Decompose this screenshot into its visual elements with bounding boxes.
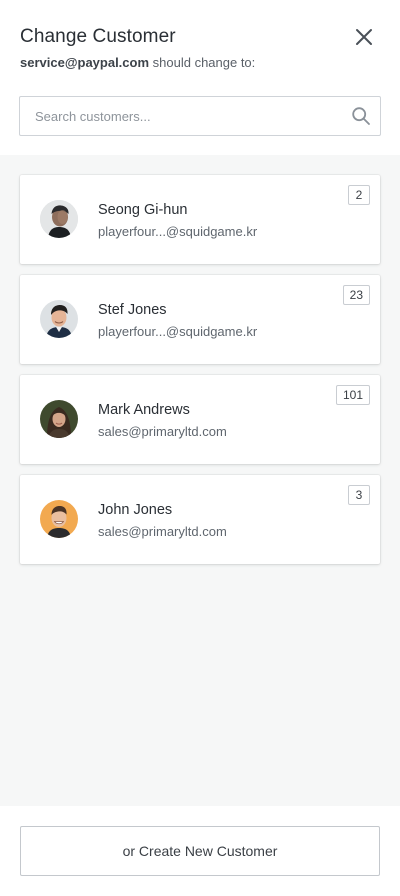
avatar [40,300,78,338]
create-new-customer-button[interactable]: or Create New Customer [20,826,380,876]
change-customer-panel: Change Customer service@paypal.com shoul… [0,0,400,896]
panel-footer: or Create New Customer [0,806,400,896]
customer-name: Stef Jones [98,302,167,318]
customer-list: Seong Gi-hun playerfour...@squidgame.kr … [0,155,400,806]
search-box [19,96,381,136]
avatar [40,500,78,538]
avatar [40,200,78,238]
search-input[interactable] [20,97,340,135]
customer-email: sales@primaryltd.com [98,424,227,439]
customer-email: playerfour...@squidgame.kr [98,224,258,239]
search-icon[interactable] [351,106,371,126]
customer-name: Seong Gi-hun [98,202,188,218]
page-title: Change Customer [20,26,176,47]
current-customer-email: service@paypal.com [20,55,150,70]
close-button[interactable] [352,25,376,49]
customer-card[interactable]: John Jones sales@primaryltd.com 3 [20,475,380,564]
customer-card[interactable]: Mark Andrews sales@primaryltd.com 101 [20,375,380,464]
count-badge: 2 [348,185,370,205]
count-badge: 3 [348,485,370,505]
panel-header: Change Customer service@paypal.com shoul… [0,0,400,155]
customer-card[interactable]: Seong Gi-hun playerfour...@squidgame.kr … [20,175,380,264]
customer-name: Mark Andrews [98,402,190,418]
count-badge: 101 [335,385,370,405]
customer-name: John Jones [98,502,173,518]
count-badge: 23 [342,285,370,305]
customer-email: sales@primaryltd.com [98,524,227,539]
customer-email: playerfour...@squidgame.kr [98,324,258,339]
subtitle-text: should change to: [149,55,256,70]
close-icon [356,29,372,45]
avatar [40,400,78,438]
subtitle: service@paypal.com should change to: [20,55,255,70]
customer-card[interactable]: Stef Jones playerfour...@squidgame.kr 23 [20,275,380,364]
